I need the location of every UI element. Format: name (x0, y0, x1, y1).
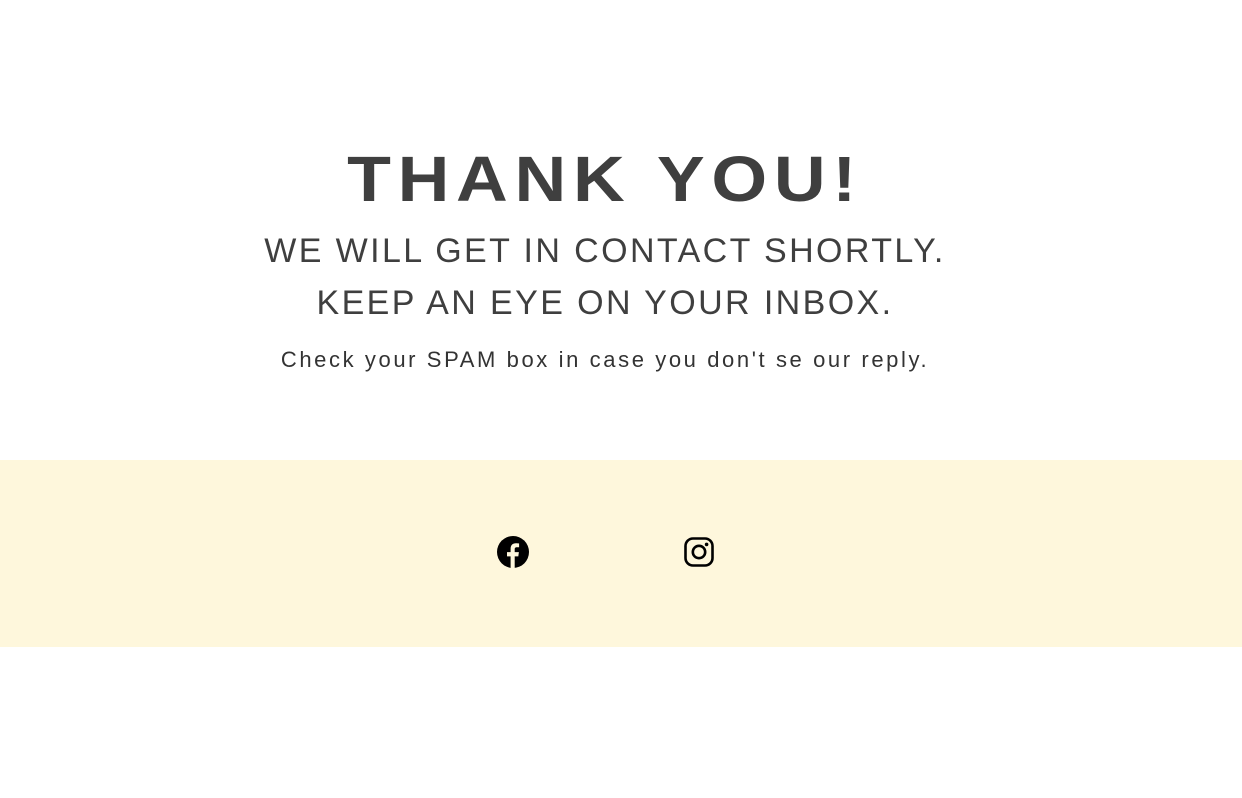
hero-section: THANK YOU! WE WILL GET IN CONTACT SHORTL… (0, 0, 1242, 460)
contact-message: WE WILL GET IN CONTACT SHORTLY. (264, 232, 946, 270)
footer (0, 460, 1242, 647)
facebook-link[interactable] (497, 536, 529, 568)
inbox-message: KEEP AN EYE ON YOUR INBOX. (316, 284, 894, 322)
facebook-icon (497, 536, 529, 568)
thank-you-page: THANK YOU! WE WILL GET IN CONTACT SHORTL… (0, 0, 1242, 798)
spam-note: Check your SPAM box in case you don't se… (280, 347, 930, 372)
instagram-link[interactable] (683, 536, 715, 568)
page-title: THANK YOU! (347, 143, 863, 215)
instagram-icon (683, 536, 715, 568)
